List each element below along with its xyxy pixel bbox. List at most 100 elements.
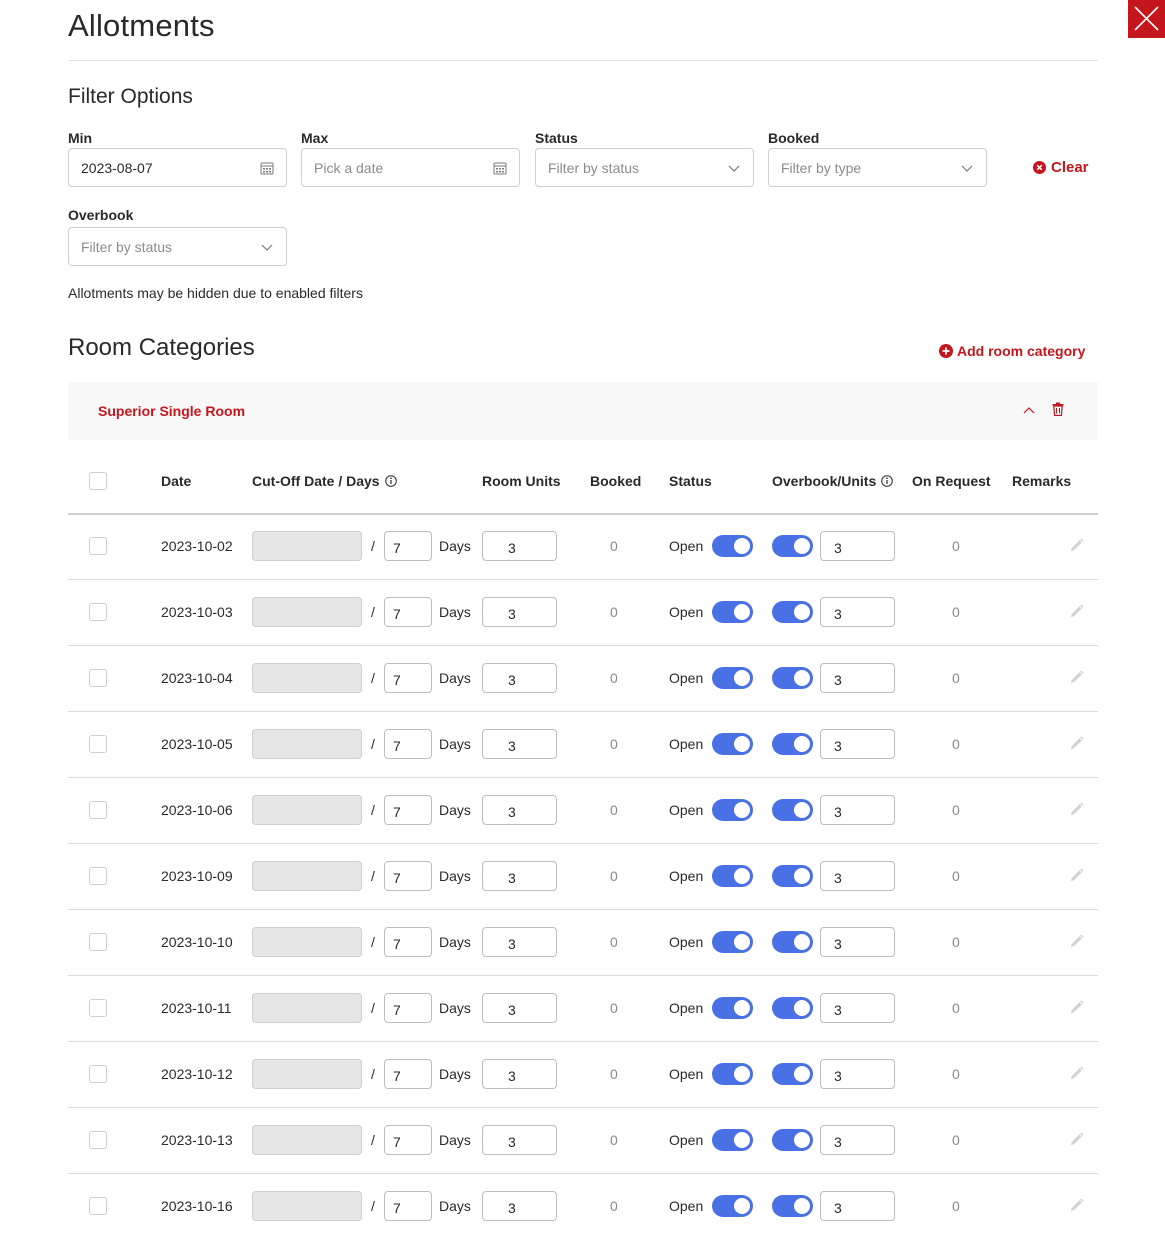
row-checkbox[interactable] [89, 801, 107, 819]
room-units-input[interactable]: 3 [482, 597, 557, 627]
overbook-toggle[interactable] [772, 601, 813, 623]
pencil-icon[interactable] [1069, 604, 1084, 619]
status-toggle[interactable] [712, 1129, 753, 1151]
cutoff-date-input[interactable] [252, 597, 362, 627]
cutoff-days-input[interactable]: 7 [384, 597, 432, 627]
cutoff-date-input[interactable] [252, 663, 362, 693]
room-units-input[interactable]: 3 [482, 1059, 557, 1089]
status-toggle[interactable] [712, 1195, 753, 1217]
status-toggle[interactable] [712, 865, 753, 887]
overbook-units-input[interactable]: 3 [820, 729, 895, 759]
status-toggle[interactable] [712, 997, 753, 1019]
overbook-units-input[interactable]: 3 [820, 927, 895, 957]
cutoff-date-input[interactable] [252, 861, 362, 891]
cutoff-days-input[interactable]: 7 [384, 795, 432, 825]
overbook-units-input[interactable]: 3 [820, 1059, 895, 1089]
overbook-toggle[interactable] [772, 865, 813, 887]
room-units-input[interactable]: 3 [482, 1191, 557, 1221]
status-toggle[interactable] [712, 799, 753, 821]
cutoff-days-input[interactable]: 7 [384, 1191, 432, 1221]
cutoff-date-input[interactable] [252, 927, 362, 957]
row-checkbox[interactable] [89, 867, 107, 885]
pencil-icon[interactable] [1069, 1066, 1084, 1081]
cutoff-date-input[interactable] [252, 1125, 362, 1155]
overbook-units-input[interactable]: 3 [820, 531, 895, 561]
overbook-toggle[interactable] [772, 997, 813, 1019]
overbook-units-input[interactable]: 3 [820, 663, 895, 693]
cutoff-days-input[interactable]: 7 [384, 531, 432, 561]
cutoff-days-input[interactable]: 7 [384, 729, 432, 759]
info-icon[interactable] [881, 475, 894, 487]
cutoff-days-input[interactable]: 7 [384, 1125, 432, 1155]
room-units-input[interactable]: 3 [482, 1125, 557, 1155]
cutoff-days-input[interactable]: 7 [384, 927, 432, 957]
pencil-icon[interactable] [1069, 934, 1084, 949]
overbook-units-input[interactable]: 3 [820, 993, 895, 1023]
row-checkbox[interactable] [89, 933, 107, 951]
min-date-input[interactable]: 2023-08-07 [68, 148, 287, 187]
cutoff-days-input[interactable]: 7 [384, 1059, 432, 1089]
status-toggle[interactable] [712, 1063, 753, 1085]
pencil-icon[interactable] [1069, 1132, 1084, 1147]
cutoff-date-input[interactable] [252, 1059, 362, 1089]
overbook-units-input[interactable]: 3 [820, 795, 895, 825]
select-all-checkbox[interactable] [89, 472, 107, 490]
pencil-icon[interactable] [1069, 1000, 1084, 1015]
overbook-toggle[interactable] [772, 667, 813, 689]
row-checkbox[interactable] [89, 1131, 107, 1149]
pencil-icon[interactable] [1069, 670, 1084, 685]
add-room-category-button[interactable]: Add room category [939, 343, 1085, 359]
room-units-input[interactable]: 3 [482, 795, 557, 825]
overbook-select[interactable]: Filter by status [68, 227, 287, 266]
pencil-icon[interactable] [1069, 868, 1084, 883]
cutoff-date-input[interactable] [252, 729, 362, 759]
room-category-header[interactable]: Superior Single Room [68, 382, 1098, 440]
pencil-icon[interactable] [1069, 538, 1084, 553]
clear-filters-button[interactable]: Clear [1033, 159, 1089, 176]
pencil-icon[interactable] [1069, 736, 1084, 751]
pencil-icon[interactable] [1069, 1198, 1084, 1213]
row-checkbox[interactable] [89, 1197, 107, 1215]
room-units-input[interactable]: 3 [482, 927, 557, 957]
overbook-units-input[interactable]: 3 [820, 597, 895, 627]
cutoff-days-input[interactable]: 7 [384, 663, 432, 693]
status-toggle[interactable] [712, 931, 753, 953]
cutoff-date-input[interactable] [252, 531, 362, 561]
cutoff-date-input[interactable] [252, 993, 362, 1023]
overbook-toggle[interactable] [772, 1195, 813, 1217]
booked-select[interactable]: Filter by type [768, 148, 987, 187]
room-units-input[interactable]: 3 [482, 531, 557, 561]
room-units-input[interactable]: 3 [482, 729, 557, 759]
cutoff-date-input[interactable] [252, 1191, 362, 1221]
room-units-input[interactable]: 3 [482, 993, 557, 1023]
room-units-input[interactable]: 3 [482, 663, 557, 693]
max-date-input[interactable]: Pick a date [301, 148, 520, 187]
overbook-toggle[interactable] [772, 799, 813, 821]
cutoff-days-input[interactable]: 7 [384, 993, 432, 1023]
close-button[interactable] [1128, 0, 1165, 38]
overbook-units-input[interactable]: 3 [820, 1125, 895, 1155]
pencil-icon[interactable] [1069, 802, 1084, 817]
overbook-toggle[interactable] [772, 1129, 813, 1151]
cutoff-date-input[interactable] [252, 795, 362, 825]
trash-icon[interactable] [1052, 402, 1064, 416]
room-units-input[interactable]: 3 [482, 861, 557, 891]
cutoff-days-input[interactable]: 7 [384, 861, 432, 891]
chevron-up-icon[interactable] [1022, 403, 1036, 417]
status-select[interactable]: Filter by status [535, 148, 754, 187]
overbook-toggle[interactable] [772, 1063, 813, 1085]
overbook-toggle[interactable] [772, 535, 813, 557]
info-icon[interactable] [384, 475, 397, 487]
row-checkbox[interactable] [89, 537, 107, 555]
status-toggle[interactable] [712, 601, 753, 623]
row-checkbox[interactable] [89, 999, 107, 1017]
row-checkbox[interactable] [89, 735, 107, 753]
overbook-toggle[interactable] [772, 733, 813, 755]
row-checkbox[interactable] [89, 1065, 107, 1083]
status-toggle[interactable] [712, 667, 753, 689]
overbook-units-input[interactable]: 3 [820, 861, 895, 891]
row-checkbox[interactable] [89, 669, 107, 687]
status-toggle[interactable] [712, 733, 753, 755]
overbook-toggle[interactable] [772, 931, 813, 953]
overbook-units-input[interactable]: 3 [820, 1191, 895, 1221]
